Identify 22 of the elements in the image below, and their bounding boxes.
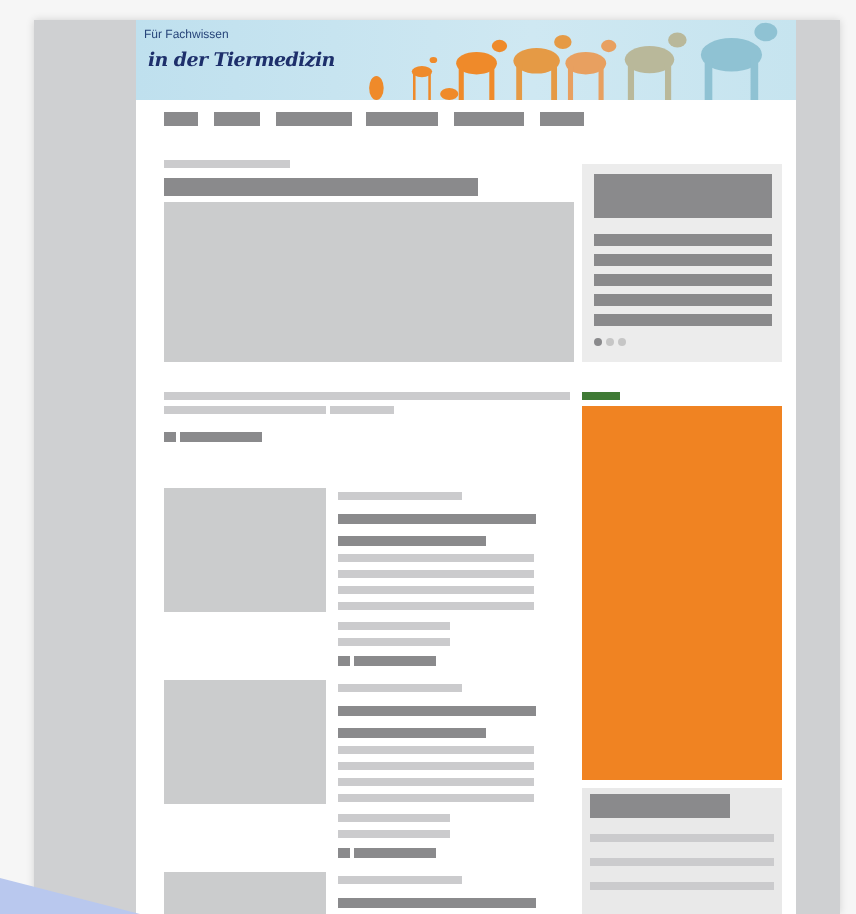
placeholder-bar	[338, 492, 462, 500]
placeholder-bar	[338, 876, 462, 884]
placeholder-bar	[354, 656, 436, 666]
slider-dot[interactable]	[618, 338, 626, 346]
placeholder-bar	[590, 794, 730, 818]
placeholder-bar	[354, 848, 436, 858]
placeholder-bar	[180, 432, 262, 442]
placeholder-bar	[338, 684, 462, 692]
label-bar	[582, 392, 620, 400]
slider-dot[interactable]	[594, 338, 602, 346]
placeholder-bar	[164, 160, 290, 168]
placeholder-bar	[338, 656, 350, 666]
slider-dot[interactable]	[606, 338, 614, 346]
placeholder-bar	[164, 432, 176, 442]
placeholder-bar	[338, 814, 450, 822]
banner-title: in der Tiermedizin	[146, 48, 337, 74]
corner-shape	[0, 878, 140, 914]
placeholder-bar	[338, 848, 350, 858]
placeholder-bar	[338, 830, 450, 838]
placeholder-bar	[330, 406, 394, 414]
placeholder-bar	[338, 638, 450, 646]
placeholder-bar	[338, 622, 450, 630]
